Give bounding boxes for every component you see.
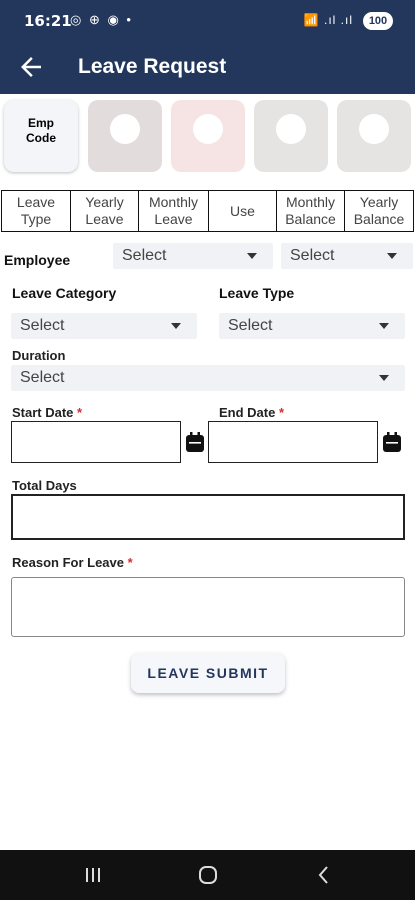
recent-apps-icon[interactable] [78,860,108,890]
emp-code-card[interactable]: Emp Code [4,100,78,172]
system-nav-bar [0,850,415,900]
back-nav-icon[interactable] [309,860,339,890]
start-date-field[interactable] [11,421,181,463]
employee-name-select[interactable]: Select [281,243,413,269]
caret-down-icon [379,375,389,381]
battery-icon: 100 [363,12,393,30]
home-icon[interactable] [193,860,223,890]
status-bar: 16:21 ◎ ⊕ ◉ • 📶 .ıl .ıl 100 [0,0,415,42]
leave-type-label: Leave Type [219,285,295,301]
column-header: Monthly Leave [139,191,209,231]
start-date-label: Start Date * [12,405,83,420]
column-header: Leave Type [2,191,71,231]
employee-label: Employee [4,252,71,268]
employee-photo-card[interactable] [88,100,162,172]
signal-icons: 📶 .ıl .ıl [303,13,353,27]
end-date-label: End Date * [219,405,285,420]
leave-balance-header: Leave Type Yearly Leave Monthly Leave Us… [1,190,414,232]
leave-type-select[interactable]: Select [219,313,405,339]
avatar [193,114,223,144]
avatar [276,114,306,144]
caret-down-icon [171,323,181,329]
leave-submit-button[interactable]: LEAVE SUBMIT [131,653,285,693]
column-header: Monthly Balance [277,191,345,231]
caret-down-icon [387,253,397,259]
app-bar: Leave Request [0,42,415,94]
total-days-field[interactable] [11,494,405,540]
column-header: Yearly Leave [71,191,139,231]
page-title: Leave Request [78,55,227,78]
avatar [110,114,140,144]
employee-photo-card[interactable] [337,100,411,172]
leave-category-select[interactable]: Select [11,313,197,339]
employee-photo-card[interactable] [171,100,245,172]
calendar-icon[interactable] [186,432,204,452]
reason-label: Reason For Leave * [12,555,133,570]
end-date-field[interactable] [208,421,378,463]
column-header: Yearly Balance [353,194,405,227]
employee-photo-card[interactable] [254,100,328,172]
status-time: 16:21 [24,12,72,30]
notification-icons: ◎ ⊕ ◉ • [70,12,133,27]
avatar [359,114,389,144]
calendar-icon[interactable] [383,432,401,452]
duration-select[interactable]: Select [11,365,405,391]
employee-cards: Emp Code [0,98,415,176]
leave-category-label: Leave Category [12,285,117,301]
total-days-label: Total Days [12,478,77,493]
reason-textarea[interactable] [11,577,405,637]
caret-down-icon [247,253,257,259]
emp-code-label: Emp Code [26,116,56,145]
caret-down-icon [379,323,389,329]
column-header: Use [209,191,277,231]
duration-label: Duration [12,348,66,363]
arrow-left-icon[interactable] [16,52,46,82]
employee-select[interactable]: Select [113,243,273,269]
